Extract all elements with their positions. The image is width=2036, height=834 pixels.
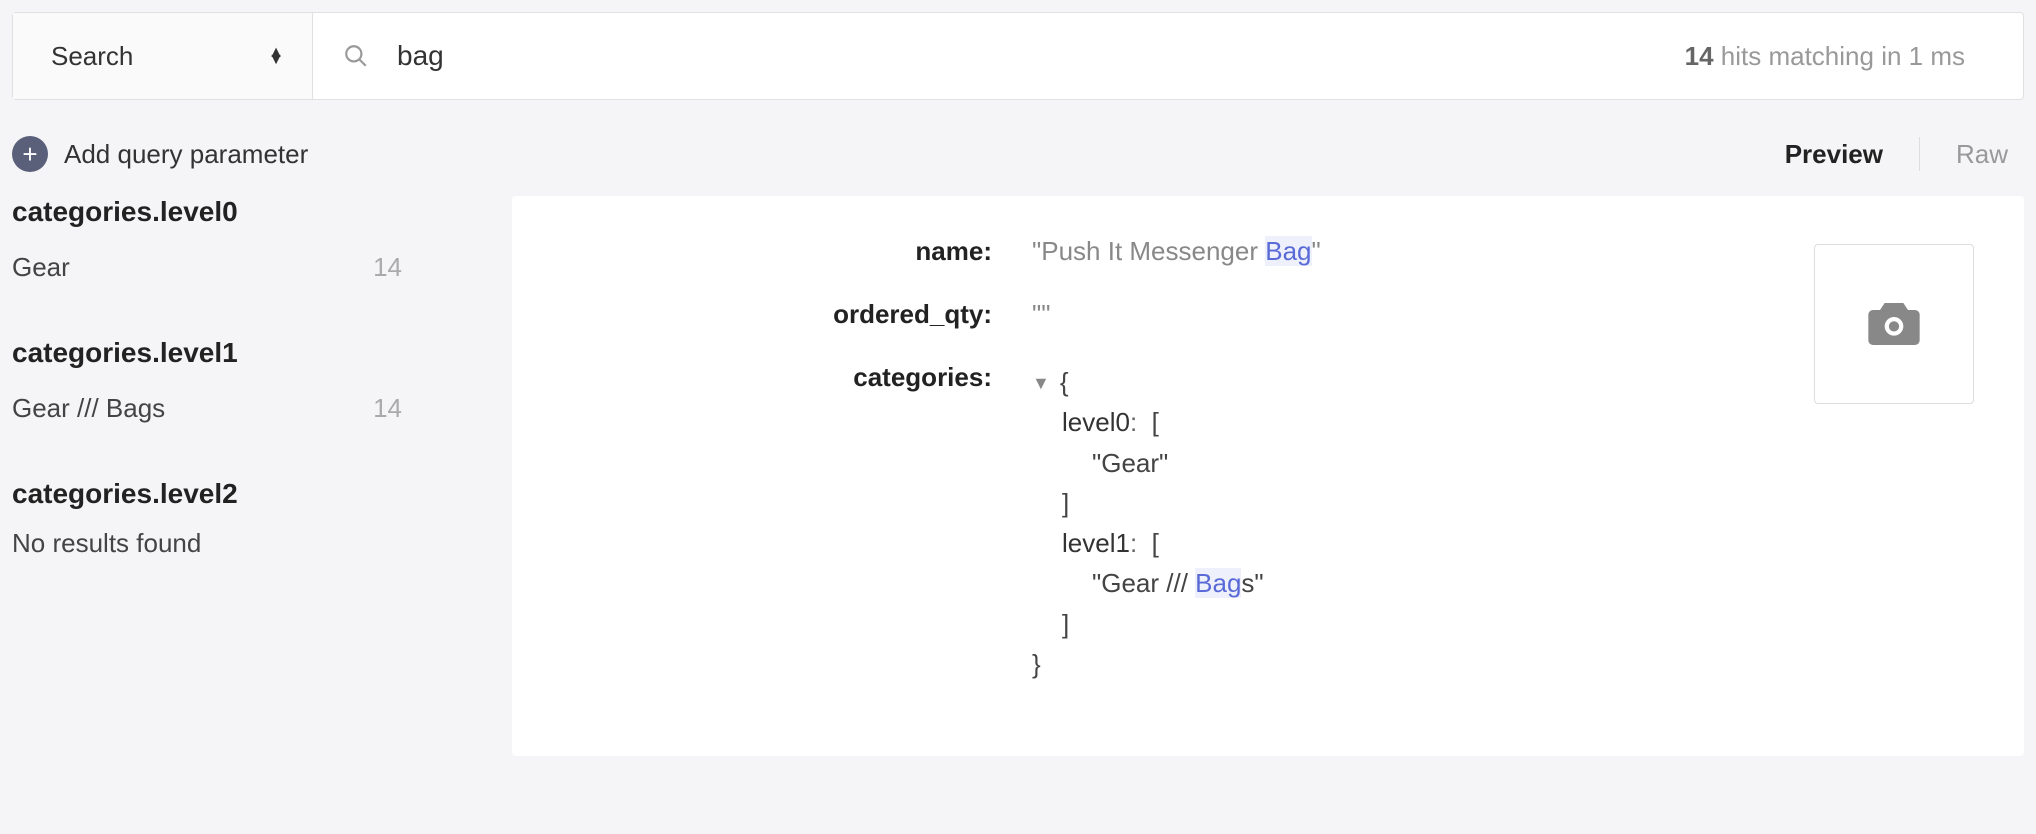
brace-close: } [1032,649,1041,679]
search-bar: Search ▲▼ 14 hits matching in 1 ms [12,12,2024,100]
search-icon [343,43,369,69]
facet-count: 14 [373,252,472,283]
tab-preview[interactable]: Preview [1785,139,1883,170]
bracket-open: [ [1152,407,1159,437]
facet-group-level1: categories.level1 Gear /// Bags 14 [12,337,472,430]
field-key-ordered-qty: ordered_qty: [562,299,992,330]
text: " [1312,236,1321,266]
record-fields: name: "Push It Messenger Bag" ordered_qt… [562,236,1974,684]
record-panel: name: "Push It Messenger Bag" ordered_qt… [512,196,2024,756]
hits-text: hits matching in 1 ms [1714,41,1965,71]
image-placeholder[interactable] [1814,244,1974,404]
hits-count: 14 [1685,41,1714,71]
add-query-parameter-button[interactable]: + Add query parameter [12,136,308,172]
bracket-open: [ [1152,528,1159,558]
facet-label: Gear [12,252,70,283]
plus-icon: + [12,136,48,172]
add-param-label: Add query parameter [64,139,308,170]
tab-raw[interactable]: Raw [1956,139,2008,170]
view-tabs: Preview Raw [1785,137,2024,171]
search-type-select[interactable]: Search ▲▼ [13,13,313,99]
field-key-name: name: [562,236,992,267]
json-key: level0 [1062,407,1130,437]
sort-arrows-icon: ▲▼ [268,49,284,63]
search-input[interactable] [397,40,1685,72]
toolbar: + Add query parameter Preview Raw [0,112,2036,196]
facet-item[interactable]: Gear /// Bags 14 [12,387,472,430]
facet-title: categories.level1 [12,337,472,369]
facet-item[interactable]: Gear 14 [12,246,472,289]
bracket-close: ] [1062,609,1069,639]
colon: : [1130,528,1137,558]
tab-divider [1919,137,1920,171]
bracket-close: ] [1062,488,1069,518]
facet-group-level2: categories.level2 No results found [12,478,472,559]
hits-info: 14 hits matching in 1 ms [1685,41,1993,72]
brace-open: { [1060,367,1069,397]
caret-down-icon[interactable]: ▼ [1032,370,1050,398]
colon: : [1130,407,1137,437]
content: categories.level0 Gear 14 categories.lev… [0,196,2036,756]
field-value-categories: ▼ { level0: [ "Gear" ] level1: [ "Gear //… [1032,362,1974,684]
facet-title: categories.level0 [12,196,472,228]
facets-sidebar: categories.level0 Gear 14 categories.lev… [12,196,512,756]
highlight: Bag [1195,568,1241,598]
search-type-label: Search [51,41,133,72]
text: "Push It Messenger [1032,236,1265,266]
facet-group-level0: categories.level0 Gear 14 [12,196,472,289]
camera-icon [1866,300,1922,348]
text: s" [1241,568,1263,598]
facet-no-results: No results found [12,528,472,559]
search-input-container: 14 hits matching in 1 ms [313,13,2023,99]
text: "Gear /// [1092,568,1195,598]
facet-label: Gear /// Bags [12,393,165,424]
json-key: level1 [1062,528,1130,558]
field-key-categories: categories: [562,362,992,393]
facet-count: 14 [373,393,472,424]
facet-title: categories.level2 [12,478,472,510]
json-string: "Gear" [1092,448,1168,478]
highlight: Bag [1265,236,1311,266]
